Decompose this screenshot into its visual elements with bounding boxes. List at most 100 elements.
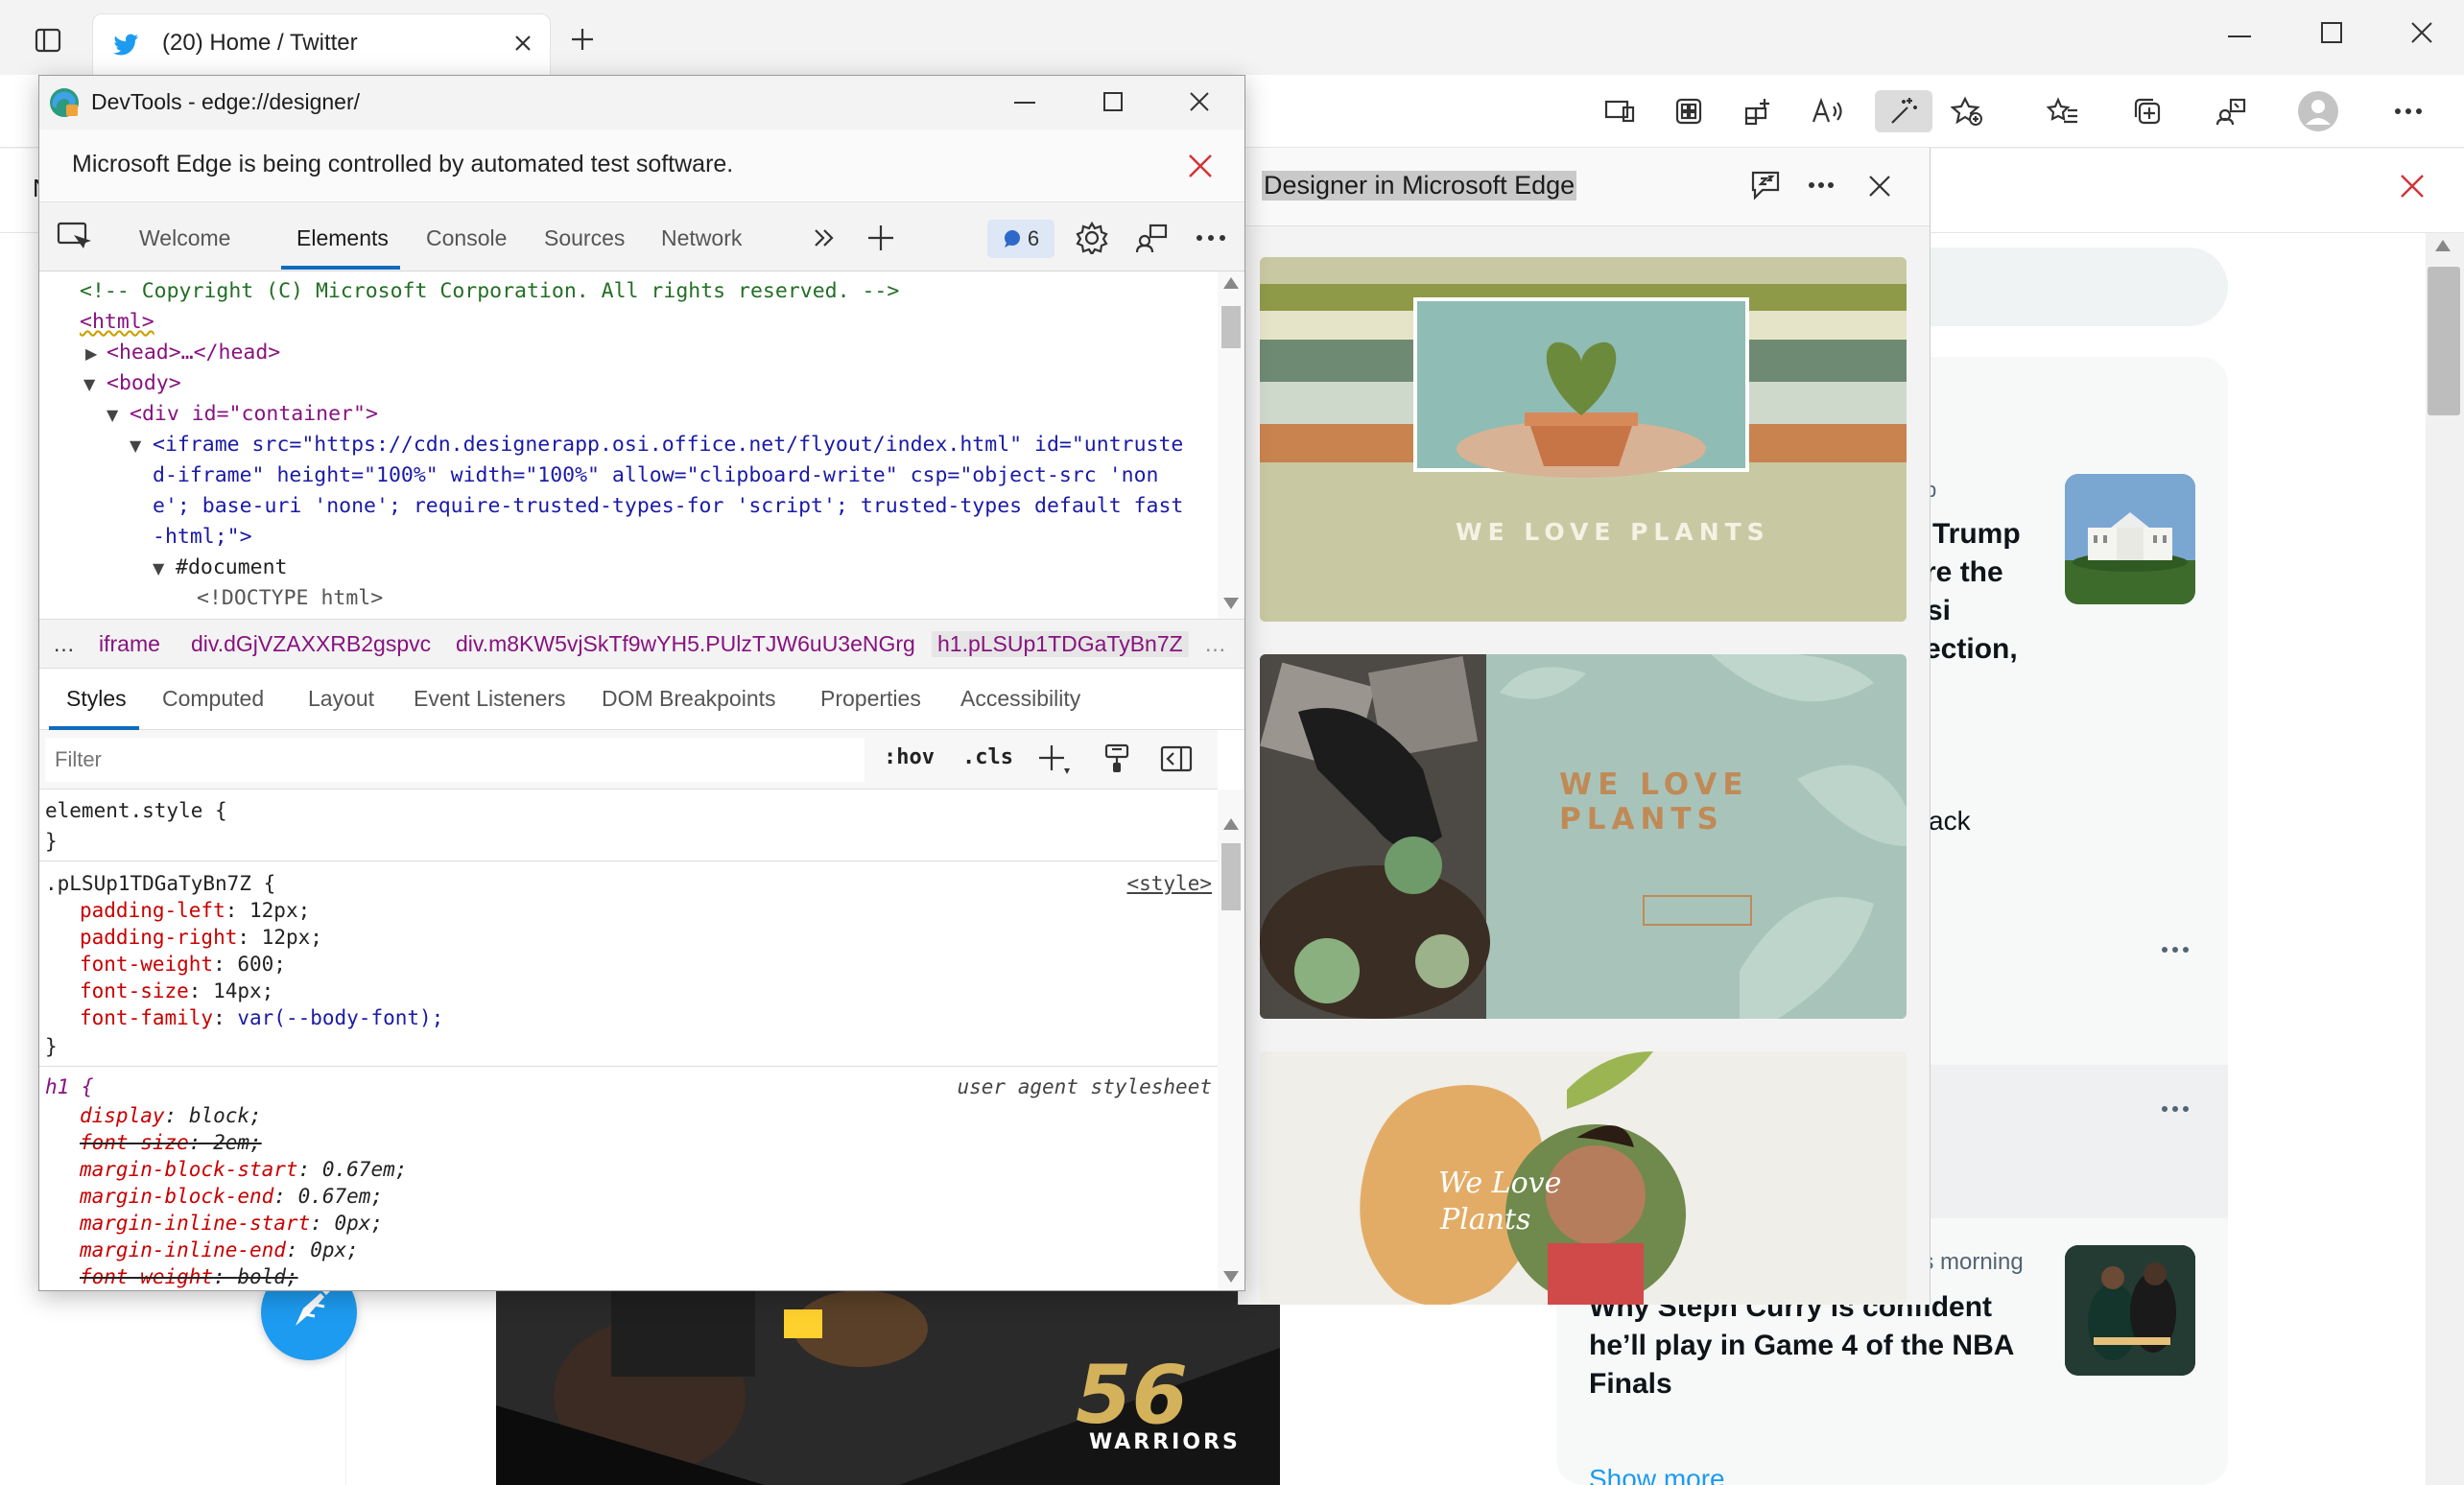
maximize-icon[interactable]	[2320, 21, 2343, 44]
ua-prop-margin-inline-end[interactable]: margin-inline-end: 0px;	[80, 1238, 359, 1261]
page-scrollbar-thumb[interactable]	[2428, 267, 2460, 415]
tab-console[interactable]: Console	[426, 225, 507, 251]
hov-toggle[interactable]: :hov	[884, 745, 935, 769]
dom-doctype[interactable]: <!DOCTYPE html>	[197, 586, 383, 610]
ua-rule-selector[interactable]: h1 {	[45, 1075, 94, 1098]
tab-actions-icon[interactable]	[35, 27, 61, 54]
devtools-minimize-icon[interactable]	[1014, 101, 1035, 105]
dom-comment[interactable]: <!-- Copyright (C) Microsoft Corporation…	[80, 279, 899, 303]
collections-icon[interactable]	[2126, 90, 2168, 132]
design-card-2[interactable]: WE LOVE PLANTS	[1260, 654, 1907, 1019]
prop-font-weight[interactable]: font-weight: 600;	[80, 953, 286, 976]
expand-head-icon[interactable]: ▶	[85, 344, 97, 363]
show-more-link[interactable]: Show more	[1589, 1464, 1725, 1485]
designer-more-icon[interactable]	[1809, 182, 1834, 188]
tweet-media-image[interactable]: 56 WARRIORS	[496, 1290, 1280, 1485]
dom-iframe-line1[interactable]: <iframe src="https://cdn.designerapp.osi…	[153, 433, 1183, 457]
designer-wand-icon[interactable]	[1875, 90, 1932, 132]
tab-close-icon[interactable]	[513, 34, 533, 53]
ua-prop-display[interactable]: display: block;	[80, 1104, 262, 1127]
breadcrumb-overflow-icon[interactable]: …	[53, 631, 75, 657]
design-card-3[interactable]: We Love Plants	[1260, 1051, 1907, 1305]
tab-elements[interactable]: Elements	[296, 225, 389, 251]
cls-toggle[interactable]: .cls	[962, 745, 1013, 769]
design-card-1[interactable]: WE LOVE PLANTS	[1260, 257, 1907, 622]
tab-styles[interactable]: Styles	[66, 686, 127, 712]
collapse-iframe-icon[interactable]: ▼	[130, 436, 141, 455]
share-devtools-icon[interactable]	[2211, 90, 2253, 132]
tab-layout[interactable]: Layout	[308, 686, 374, 712]
tab-event-listeners[interactable]: Event Listeners	[414, 686, 566, 712]
add-tool-icon[interactable]	[866, 224, 895, 252]
scroll-up-arrow-icon[interactable]	[2435, 240, 2451, 251]
add-app-icon[interactable]	[1737, 90, 1779, 132]
tab-dom-breakpoints[interactable]: DOM Breakpoints	[602, 686, 776, 712]
inspect-element-icon[interactable]	[57, 222, 91, 252]
apps-icon[interactable]	[1668, 90, 1710, 132]
devtools-maximize-icon[interactable]	[1102, 91, 1124, 112]
ua-prop-margin-block-end[interactable]: margin-block-end: 0.67em;	[80, 1185, 383, 1208]
tab-welcome[interactable]: Welcome	[139, 225, 230, 251]
infobar-close-icon[interactable]	[1187, 153, 1214, 179]
browser-tab[interactable]: (20) Home / Twitter	[92, 13, 551, 75]
more-tabs-icon[interactable]	[813, 227, 836, 248]
dom-iframe-line2[interactable]: d-iframe" height="100%" width="100%" all…	[153, 463, 1158, 487]
news-headline-line2[interactable]: he’ll play in Game 4 of the NBA	[1589, 1330, 2014, 1362]
element-state-paint-icon[interactable]	[1102, 743, 1131, 774]
settings-gear-icon[interactable]	[1076, 222, 1108, 254]
ua-prop-font-size[interactable]: font-size: 2em;	[80, 1131, 262, 1154]
ua-prop-margin-block-start[interactable]: margin-block-start: 0.67em;	[80, 1158, 407, 1181]
dom-tree[interactable]: <!-- Copyright (C) Microsoft Corporation…	[39, 271, 1218, 619]
tab-accessibility[interactable]: Accessibility	[960, 686, 1080, 712]
prop-padding-left[interactable]: padding-left: 12px;	[80, 899, 310, 922]
device-emulation-icon[interactable]	[1599, 90, 1641, 132]
ua-prop-margin-inline-start[interactable]: margin-inline-start: 0px;	[80, 1212, 383, 1235]
collapse-body-icon[interactable]: ▼	[83, 375, 95, 393]
more-options-icon[interactable]	[2387, 90, 2429, 132]
favorites-icon[interactable]	[2042, 90, 2084, 132]
class-rule-selector[interactable]: .pLSUp1TDGaTyBn7Z {	[45, 872, 275, 895]
close-window-icon[interactable]	[2410, 21, 2433, 44]
toggle-sidebar-icon[interactable]	[1160, 745, 1193, 772]
collapse-div-icon[interactable]: ▼	[107, 406, 118, 424]
profile-avatar[interactable]	[2297, 90, 2339, 132]
element-style-selector[interactable]: element.style {	[45, 799, 227, 822]
trend-text-4[interactable]: ection,	[1925, 633, 2018, 666]
dom-body[interactable]: <body>	[107, 371, 181, 395]
breadcrumb-more-icon[interactable]: …	[1204, 631, 1226, 657]
dom-html[interactable]: <html>	[80, 310, 154, 334]
dom-iframe-line4[interactable]: -html;">	[153, 525, 252, 549]
basketball-thumbnail[interactable]	[2065, 1245, 2195, 1376]
add-favorite-icon[interactable]	[1946, 90, 1988, 132]
styles-scrollbar-thumb[interactable]	[1221, 843, 1241, 910]
breadcrumb-div-2[interactable]: div.m8KW5vjSkTf9wYH5.PUlzTJW6uU3eNGrg	[456, 631, 915, 657]
trend-text-2[interactable]: re the	[1925, 556, 2003, 589]
breadcrumb-div-1[interactable]: div.dGjVZAXXRB2gspvc	[191, 631, 431, 657]
notice-close-icon[interactable]	[2399, 173, 2426, 200]
page-scrollbar[interactable]	[2426, 233, 2464, 1485]
news-headline-line3[interactable]: Finals	[1589, 1368, 1672, 1401]
send-feedback-icon[interactable]	[1135, 222, 1168, 254]
designer-feedback-icon[interactable]	[1749, 169, 1782, 201]
tab-sources[interactable]: Sources	[544, 225, 625, 251]
prop-font-size[interactable]: font-size: 14px;	[80, 979, 273, 1002]
collapse-document-icon[interactable]: ▼	[153, 559, 164, 578]
tab-computed[interactable]: Computed	[162, 686, 264, 712]
devtools-close-icon[interactable]	[1189, 91, 1210, 112]
issues-badge[interactable]: 6	[987, 220, 1054, 258]
minimize-icon[interactable]	[2228, 35, 2251, 38]
prop-padding-right[interactable]: padding-right: 12px;	[80, 926, 322, 949]
dom-container-div[interactable]: <div id="container">	[130, 402, 378, 426]
tab-properties[interactable]: Properties	[820, 686, 921, 712]
dom-iframe-line3[interactable]: e'; base-uri 'none'; require-trusted-typ…	[153, 494, 1183, 518]
dom-head[interactable]: <head>…</head>	[107, 341, 280, 365]
new-style-rule-icon[interactable]	[1037, 743, 1070, 776]
breadcrumb-h1[interactable]: h1.pLSUp1TDGaTyBn7Z	[932, 631, 1189, 657]
tab-network[interactable]: Network	[661, 225, 742, 251]
trend-more-icon[interactable]	[2161, 946, 2190, 954]
prop-font-family[interactable]: font-family: var(--body-font);	[80, 1006, 443, 1029]
trend-text-1[interactable]: Trump	[1932, 518, 2021, 551]
dom-scrollbar-thumb[interactable]	[1221, 306, 1241, 348]
designer-close-icon[interactable]	[1868, 175, 1891, 198]
white-house-thumbnail[interactable]	[2065, 474, 2195, 604]
